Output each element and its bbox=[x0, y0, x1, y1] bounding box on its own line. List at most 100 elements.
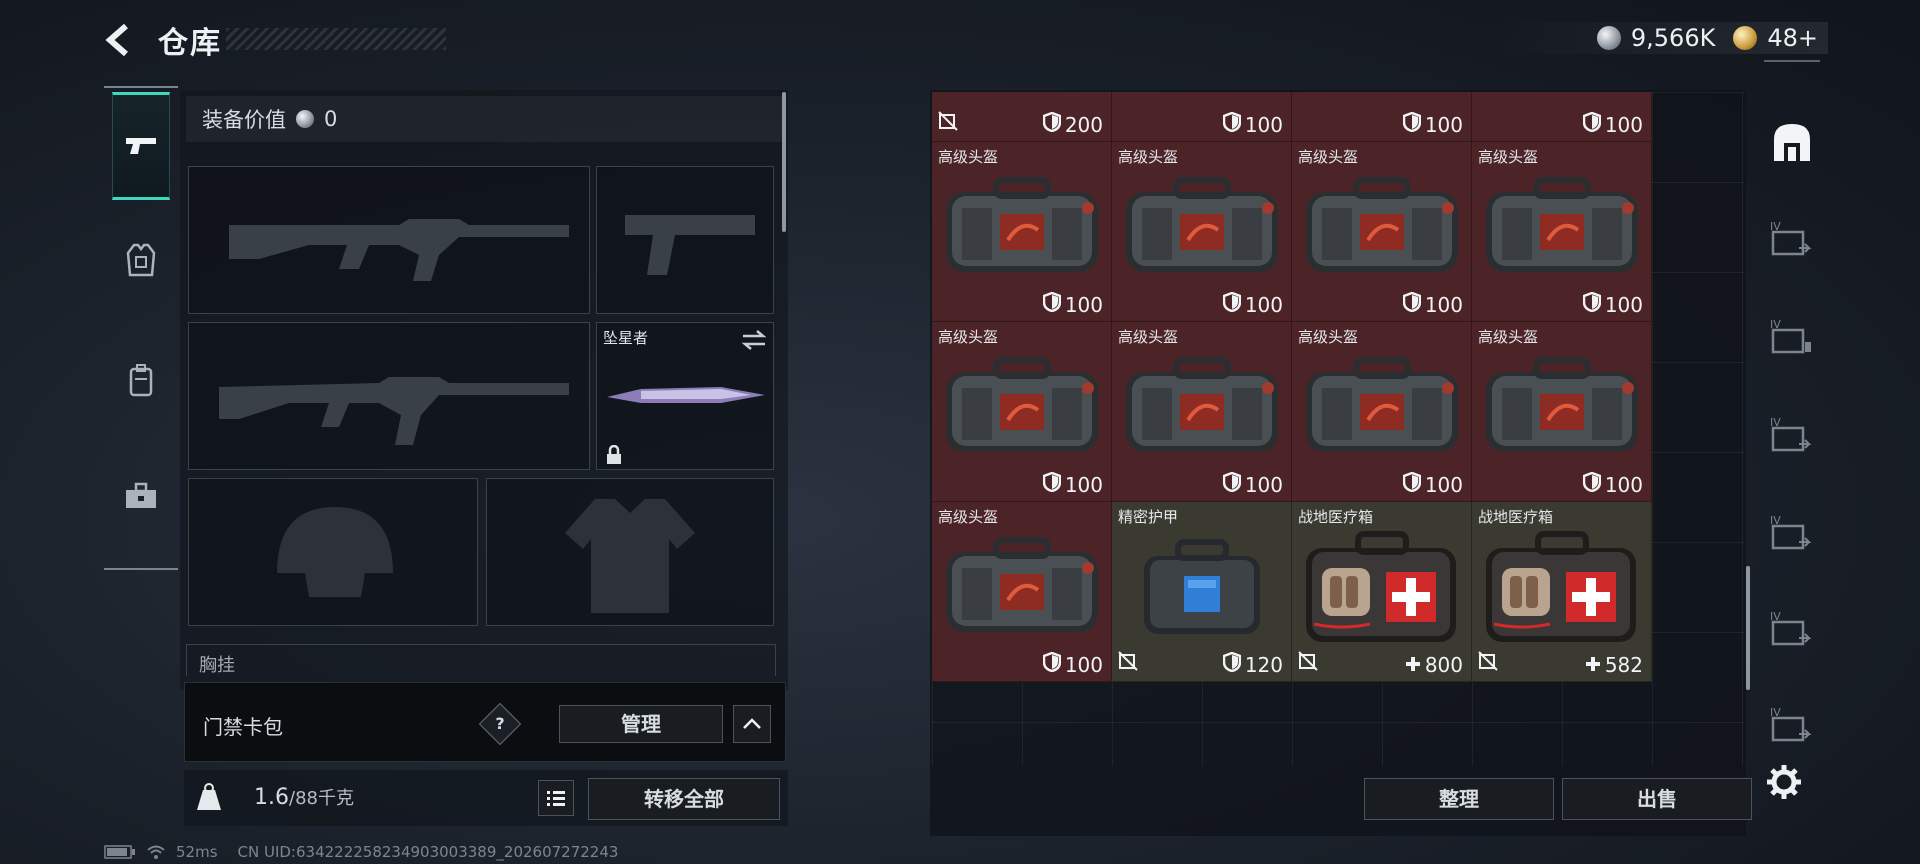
stat-value: 100 bbox=[1424, 292, 1463, 317]
helmet-slot[interactable] bbox=[188, 478, 478, 626]
weight-bar: 1.6/88千克 转移全部 bbox=[184, 770, 788, 826]
item-stat: 800 bbox=[1405, 653, 1463, 677]
rail-stash-1[interactable]: IV bbox=[1764, 210, 1820, 266]
stash-item[interactable]: 高级头盔 100 bbox=[1472, 142, 1652, 322]
stash-item-top-partial[interactable]: 100 bbox=[1472, 92, 1652, 142]
chest-rig-label: 胸挂 bbox=[199, 655, 235, 676]
stash-item[interactable]: 战地医疗箱 800 bbox=[1292, 502, 1472, 682]
loadout-scrollbar[interactable] bbox=[782, 92, 786, 232]
stat-value: 100 bbox=[1064, 652, 1103, 677]
stash-item-top-partial[interactable]: 100 bbox=[1112, 92, 1292, 142]
rail-stash-2[interactable]: IV bbox=[1764, 308, 1820, 364]
sell-button[interactable]: 出售 bbox=[1562, 778, 1752, 820]
sort-button[interactable]: 整理 bbox=[1364, 778, 1554, 820]
rail-tab-weapons[interactable] bbox=[112, 92, 170, 200]
item-name: 高级头盔 bbox=[1298, 328, 1359, 346]
shield-icon bbox=[1222, 291, 1242, 317]
pistol-silhouette-icon bbox=[625, 215, 755, 275]
help-button[interactable]: ? bbox=[478, 702, 522, 746]
shield-icon bbox=[1582, 471, 1602, 497]
shield-icon bbox=[1582, 111, 1602, 137]
shield-icon bbox=[1042, 111, 1062, 137]
stash-item[interactable]: 高级头盔 100 bbox=[1112, 322, 1292, 502]
item-name: 高级头盔 bbox=[938, 328, 999, 346]
silver-coin-icon bbox=[296, 110, 314, 128]
pistol-icon bbox=[126, 138, 156, 154]
stash-item[interactable]: 高级头盔 100 bbox=[1112, 142, 1292, 322]
item-stat: 100 bbox=[1582, 291, 1643, 317]
item-stat: 100 bbox=[1222, 291, 1283, 317]
body-armor-slot[interactable] bbox=[486, 478, 774, 626]
item-stat: 120 bbox=[1222, 651, 1283, 677]
back-arrow-icon bbox=[105, 23, 128, 57]
lock-icon bbox=[607, 445, 621, 464]
helmet-bag-art bbox=[1486, 177, 1638, 272]
stat-value: 100 bbox=[1244, 292, 1283, 317]
item-stat: 100 bbox=[1042, 651, 1103, 677]
helmet-bag-art bbox=[946, 177, 1098, 272]
stash-item[interactable]: 高级头盔 100 bbox=[1292, 142, 1472, 322]
equipment-value-label: 装备价值 bbox=[202, 108, 286, 132]
stash-item[interactable]: 高级头盔 100 bbox=[1292, 322, 1472, 502]
melee-slot[interactable]: 坠星者 bbox=[596, 322, 774, 470]
collapse-button[interactable] bbox=[733, 705, 771, 743]
back-button[interactable] bbox=[100, 20, 140, 60]
left-category-rail bbox=[104, 86, 178, 570]
stash-item[interactable]: 战地医疗箱 582 bbox=[1472, 502, 1652, 682]
list-view-button[interactable] bbox=[538, 780, 574, 816]
stash-item-top-partial[interactable]: 100 bbox=[1292, 92, 1472, 142]
rail-stash-6[interactable]: IV bbox=[1764, 696, 1820, 752]
stash-item[interactable]: 高级头盔 100 bbox=[932, 142, 1112, 322]
chest-rig-slot[interactable]: 胸挂 bbox=[186, 644, 776, 676]
shield-icon bbox=[1402, 111, 1422, 137]
keycard-label: 门禁卡包 bbox=[203, 715, 283, 739]
secondary-weapon-slot[interactable] bbox=[188, 322, 590, 470]
helmet-bag-art bbox=[946, 537, 1098, 632]
stat-value: 100 bbox=[1244, 112, 1283, 137]
primary-weapon-slot[interactable] bbox=[188, 166, 590, 314]
item-name: 战地医疗箱 bbox=[1478, 508, 1554, 526]
stash-grid[interactable]: 200 100 100 100 高级头盔 100 高级头盔 100 高级头盔 100 高级头盔 100… bbox=[932, 92, 1744, 766]
stash-item[interactable]: 精密护甲 120 bbox=[1112, 502, 1292, 682]
armor-silhouette-icon bbox=[565, 499, 695, 613]
stat-value: 120 bbox=[1244, 652, 1283, 677]
stat-value: 100 bbox=[1064, 292, 1103, 317]
stash-item-top-partial[interactable]: 200 bbox=[932, 92, 1112, 142]
weight-text: 1.6/88千克 bbox=[254, 784, 354, 810]
stat-value: 100 bbox=[1604, 292, 1643, 317]
stash-item[interactable]: 高级头盔 100 bbox=[932, 322, 1112, 502]
shield-icon bbox=[1042, 291, 1062, 317]
shield-icon bbox=[1582, 291, 1602, 317]
first-aid-kit-art bbox=[1306, 531, 1456, 642]
rail-tab-backpack[interactable] bbox=[112, 326, 170, 434]
stat-value: 100 bbox=[1604, 112, 1643, 137]
backpack-icon bbox=[129, 364, 153, 397]
item-stat: 100 bbox=[1222, 471, 1283, 497]
stash-item[interactable]: 高级头盔 100 bbox=[932, 502, 1112, 682]
stash-item[interactable]: 高级头盔 100 bbox=[1472, 322, 1652, 502]
transfer-all-button[interactable]: 转移全部 bbox=[588, 778, 780, 820]
silver-currency-value: 9,566K bbox=[1630, 24, 1716, 52]
item-name: 战地医疗箱 bbox=[1298, 508, 1374, 526]
stash-scrollbar[interactable] bbox=[1746, 566, 1750, 690]
rail-stash-main[interactable] bbox=[1764, 114, 1820, 170]
rail-tab-supplies[interactable] bbox=[112, 442, 170, 550]
stat-value: 200 bbox=[1064, 112, 1103, 137]
helmet-bag-art bbox=[946, 357, 1098, 452]
item-name: 精密护甲 bbox=[1118, 508, 1179, 526]
sidearm-slot[interactable] bbox=[596, 166, 774, 314]
swap-icon[interactable] bbox=[741, 329, 767, 351]
stat-value: 582 bbox=[1604, 653, 1643, 677]
item-name: 高级头盔 bbox=[1478, 328, 1539, 346]
manage-button[interactable]: 管理 bbox=[559, 705, 723, 743]
stat-value: 800 bbox=[1424, 653, 1463, 677]
rail-tab-armor[interactable] bbox=[112, 206, 170, 314]
rifle-silhouette-icon bbox=[229, 219, 569, 281]
rail-stash-4[interactable]: IV bbox=[1764, 504, 1820, 560]
stash-box-icon: IV bbox=[1770, 514, 1812, 550]
settings-button[interactable] bbox=[1764, 762, 1804, 802]
rail-stash-3[interactable]: IV bbox=[1764, 406, 1820, 462]
item-stat: 582 bbox=[1585, 653, 1643, 677]
rail-stash-5[interactable]: IV bbox=[1764, 600, 1820, 656]
stat-value: 100 bbox=[1424, 112, 1463, 137]
